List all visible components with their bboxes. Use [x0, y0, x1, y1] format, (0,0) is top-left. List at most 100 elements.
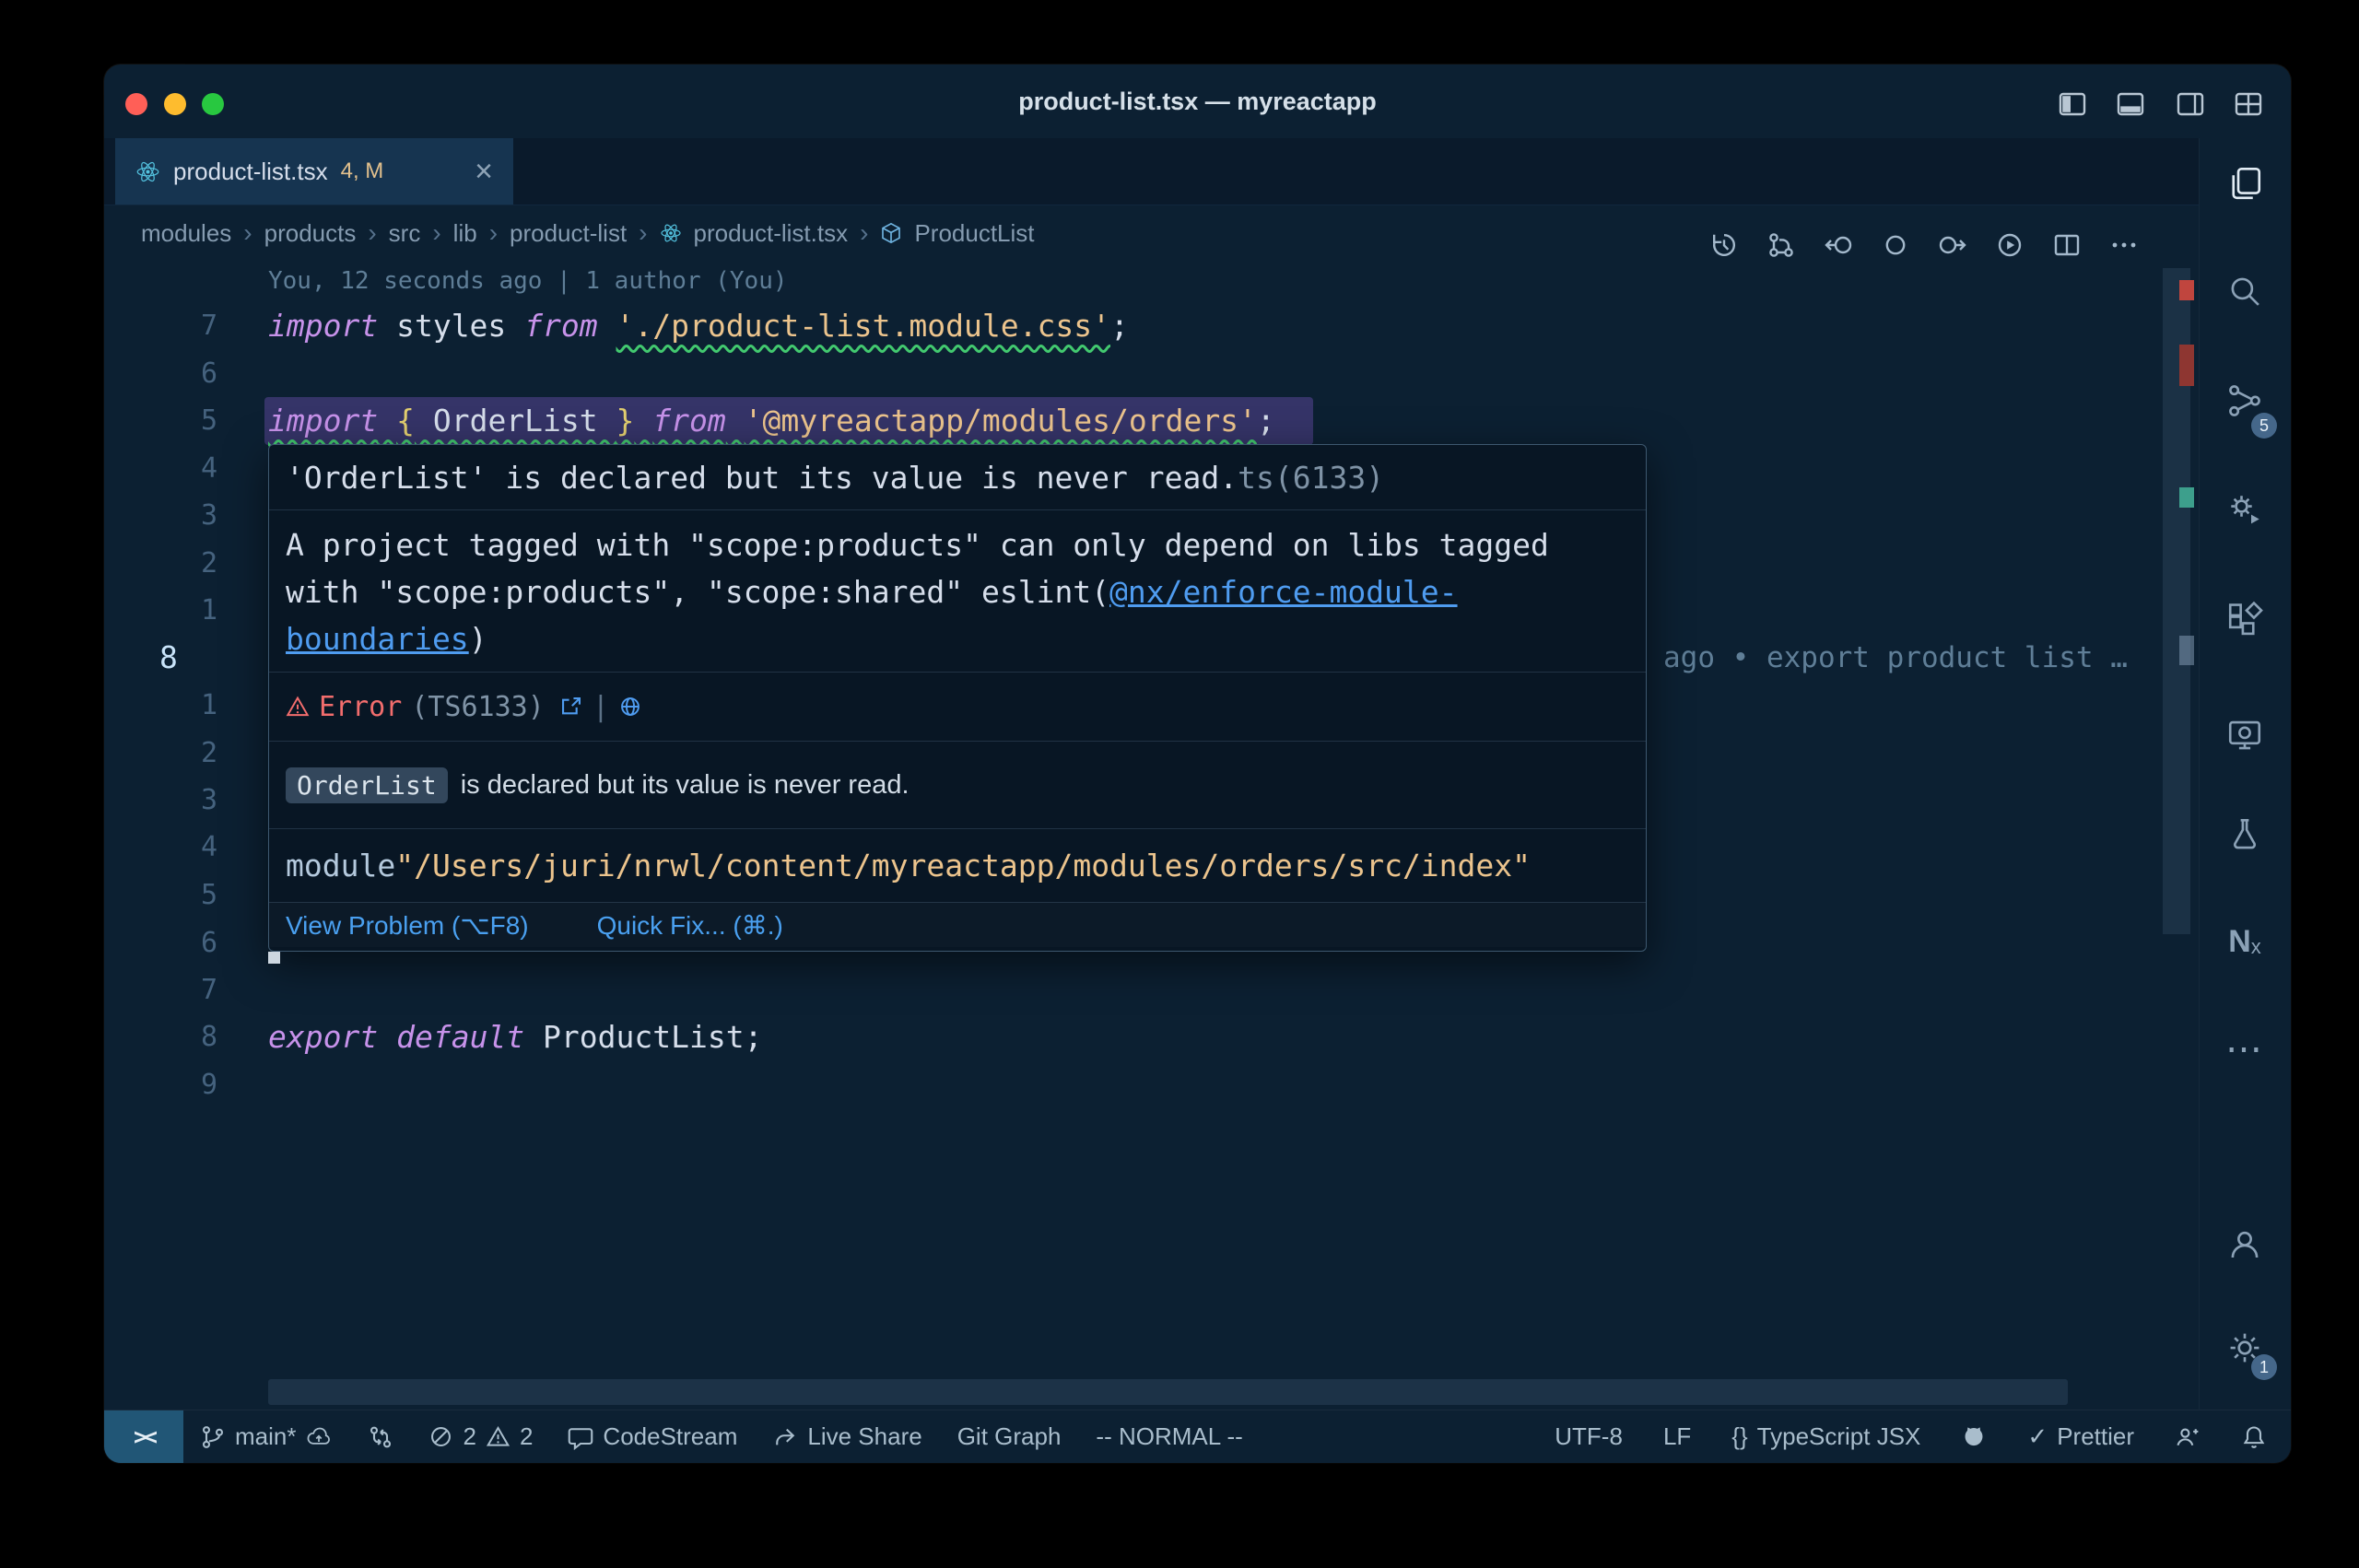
warning-icon	[486, 1424, 511, 1449]
hover-resize-grip[interactable]	[268, 952, 280, 964]
keyword-default: default	[396, 1019, 524, 1055]
whitespace	[378, 403, 396, 439]
layout-panel-left-icon[interactable]	[2056, 88, 2089, 121]
braces-glyph: {}	[1731, 1422, 1747, 1451]
line-number: 7	[104, 302, 217, 350]
breadcrumb-separator: ›	[432, 218, 440, 248]
line-number: 6	[104, 919, 217, 967]
live-share-item[interactable]: Live Share	[772, 1422, 921, 1451]
divider: |	[593, 691, 609, 723]
activity-badge: 5	[2251, 413, 2277, 439]
encoding-item[interactable]: UTF-8	[1555, 1422, 1623, 1451]
layout-panel-bottom-icon[interactable]	[2114, 88, 2147, 121]
layout-panel-right-icon[interactable]	[2174, 88, 2207, 121]
overview-change-mark	[2179, 487, 2194, 508]
account-icon[interactable]	[2223, 1223, 2267, 1267]
semicolon: ;	[1110, 308, 1129, 344]
git-branch-item[interactable]: main*	[200, 1422, 333, 1451]
generate-run-icon[interactable]	[2223, 487, 2267, 532]
eslint-rule-link[interactable]: boundaries	[286, 621, 469, 657]
breadcrumb-separator: ›	[243, 218, 252, 248]
prettier-item[interactable]: ✓ Prettier	[2027, 1422, 2134, 1451]
language-mode-item[interactable]: {} TypeScript JSX	[1731, 1422, 1920, 1451]
line-number: 1	[104, 587, 217, 635]
keyword-from: from	[652, 403, 725, 439]
breadcrumb-item[interactable]: ProductList	[914, 219, 1034, 248]
line-number: 3	[104, 492, 217, 540]
remote-indicator[interactable]: ><	[104, 1410, 183, 1463]
explorer-copy-icon[interactable]	[2223, 161, 2267, 205]
horizontal-scrollbar[interactable]	[268, 1379, 2068, 1405]
branch-name: main*	[235, 1422, 296, 1451]
tab-modified-badge: 4, M	[341, 158, 384, 184]
notifications-bell-icon[interactable]	[2241, 1424, 2267, 1450]
line-number: 5	[104, 397, 217, 445]
breadcrumb-item[interactable]: src	[389, 219, 421, 248]
diagnostics-hover-tooltip: 'OrderList' is declared but its value is…	[268, 444, 1647, 952]
git-graph-item[interactable]: Git Graph	[957, 1422, 1062, 1451]
hover-module-path: module "/Users/juri/nrwl/content/myreact…	[269, 828, 1646, 902]
problems-item[interactable]: 2 2	[428, 1422, 533, 1451]
eslint-rule-link[interactable]: @nx/enforce-module-	[1109, 574, 1458, 610]
current-line-number: 8	[159, 634, 178, 682]
breadcrumb-item[interactable]: lib	[453, 219, 477, 248]
github-icon[interactable]	[1961, 1424, 1987, 1450]
more-views-icon[interactable]: ⋯	[2223, 1027, 2267, 1071]
breadcrumb-item[interactable]: product-list	[510, 219, 627, 248]
run-circle-icon[interactable]	[1995, 230, 2025, 260]
circle-icon[interactable]	[1881, 230, 1910, 260]
open-brace: {	[396, 403, 415, 439]
line-number: 5	[104, 872, 217, 919]
timeline-history-icon[interactable]	[1709, 230, 1739, 260]
breadcrumb-item[interactable]: product-list.tsx	[694, 219, 849, 248]
feedback-icon[interactable]	[2175, 1424, 2201, 1450]
quick-fix-button[interactable]: Quick Fix... (⌘.)	[597, 910, 783, 941]
extensions-icon[interactable]	[2223, 598, 2267, 642]
whitespace	[378, 1019, 396, 1055]
codestream-label: CodeStream	[603, 1422, 737, 1451]
eol-item[interactable]: LF	[1663, 1422, 1691, 1451]
hover-error-status: Error (TS6133) |	[269, 672, 1646, 741]
line-number: 4	[104, 824, 217, 872]
error-label: Error	[319, 691, 402, 723]
codestream-item[interactable]: CodeStream	[568, 1422, 737, 1451]
view-problem-button[interactable]: View Problem (⌥F8)	[286, 910, 529, 941]
code-line-3[interactable]: import { OrderList } from '@myreactapp/m…	[268, 397, 1275, 445]
search-icon[interactable]	[2223, 269, 2267, 313]
split-editor-icon[interactable]	[2052, 230, 2082, 260]
line-number: 2	[104, 540, 217, 588]
breadcrumb-separator: ›	[860, 218, 868, 248]
open-external-icon[interactable]	[559, 695, 583, 719]
line-number: 6	[104, 350, 217, 398]
tab-close-icon[interactable]: ×	[475, 156, 493, 187]
more-actions-icon[interactable]	[2109, 230, 2139, 260]
nav-back-circle-icon[interactable]	[1824, 230, 1853, 260]
gitlens-codelens[interactable]: You, 12 seconds ago | 1 author (You)	[268, 260, 788, 302]
code-line-16[interactable]: export default ProductList;	[268, 1013, 762, 1061]
source-control-graph-icon[interactable]	[1766, 230, 1796, 260]
whitespace	[726, 403, 745, 439]
breadcrumb-item[interactable]: modules	[141, 219, 231, 248]
check-icon: ✓	[2027, 1422, 2048, 1451]
line-number: 7	[104, 966, 217, 1014]
testing-flask-icon[interactable]	[2223, 813, 2267, 857]
string-module-css-path: './product-list.module.css'	[616, 308, 1110, 344]
live-preview-icon[interactable]	[2223, 713, 2267, 757]
module-path: "/Users/juri/nrwl/content/myreactapp/mod…	[395, 848, 1531, 883]
breadcrumb-separator: ›	[639, 218, 647, 248]
breadcrumb-item[interactable]: products	[264, 219, 357, 248]
symbol-cube-icon	[880, 222, 902, 244]
nx-console-icon[interactable]: Nx	[2223, 919, 2267, 964]
title-bar: product-list.tsx — myreactapp	[104, 64, 2291, 138]
nav-forward-circle-icon[interactable]	[1938, 230, 1967, 260]
keyword-from: from	[524, 308, 597, 344]
globe-icon[interactable]	[618, 695, 642, 719]
layout-grid-icon[interactable]	[2232, 88, 2265, 121]
paren: )	[469, 621, 487, 657]
error-count: 2	[463, 1422, 475, 1451]
code-line-1[interactable]: import styles from './product-list.modul…	[268, 302, 1129, 350]
git-compare-icon[interactable]	[368, 1424, 393, 1450]
vim-mode-indicator[interactable]: -- NORMAL --	[1096, 1422, 1242, 1451]
tab-product-list[interactable]: product-list.tsx 4, M ×	[115, 138, 513, 205]
live-share-icon	[772, 1424, 798, 1450]
